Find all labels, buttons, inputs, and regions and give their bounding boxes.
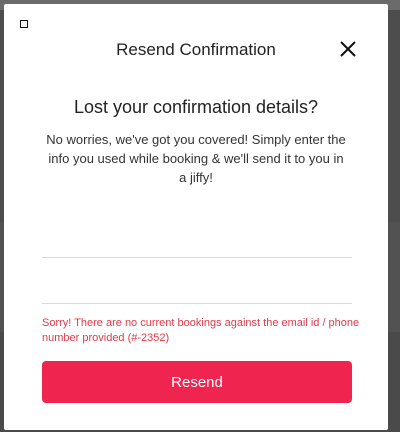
error-message: Sorry! There are no current bookings aga… bbox=[42, 317, 360, 344]
modal-title: Resend Confirmation bbox=[116, 40, 276, 59]
resend-button[interactable]: Resend bbox=[42, 361, 352, 403]
phone-field[interactable] bbox=[42, 269, 352, 304]
focus-handle bbox=[20, 20, 28, 28]
headline: Lost your confirmation details? bbox=[73, 97, 319, 117]
description-text: No worries, we've got you covered! Simpl… bbox=[46, 132, 346, 185]
close-icon bbox=[340, 41, 356, 57]
resend-confirmation-modal: Resend Confirmation Lost your confirmati… bbox=[4, 4, 388, 430]
email-field[interactable] bbox=[42, 223, 352, 258]
close-button[interactable] bbox=[337, 38, 359, 60]
